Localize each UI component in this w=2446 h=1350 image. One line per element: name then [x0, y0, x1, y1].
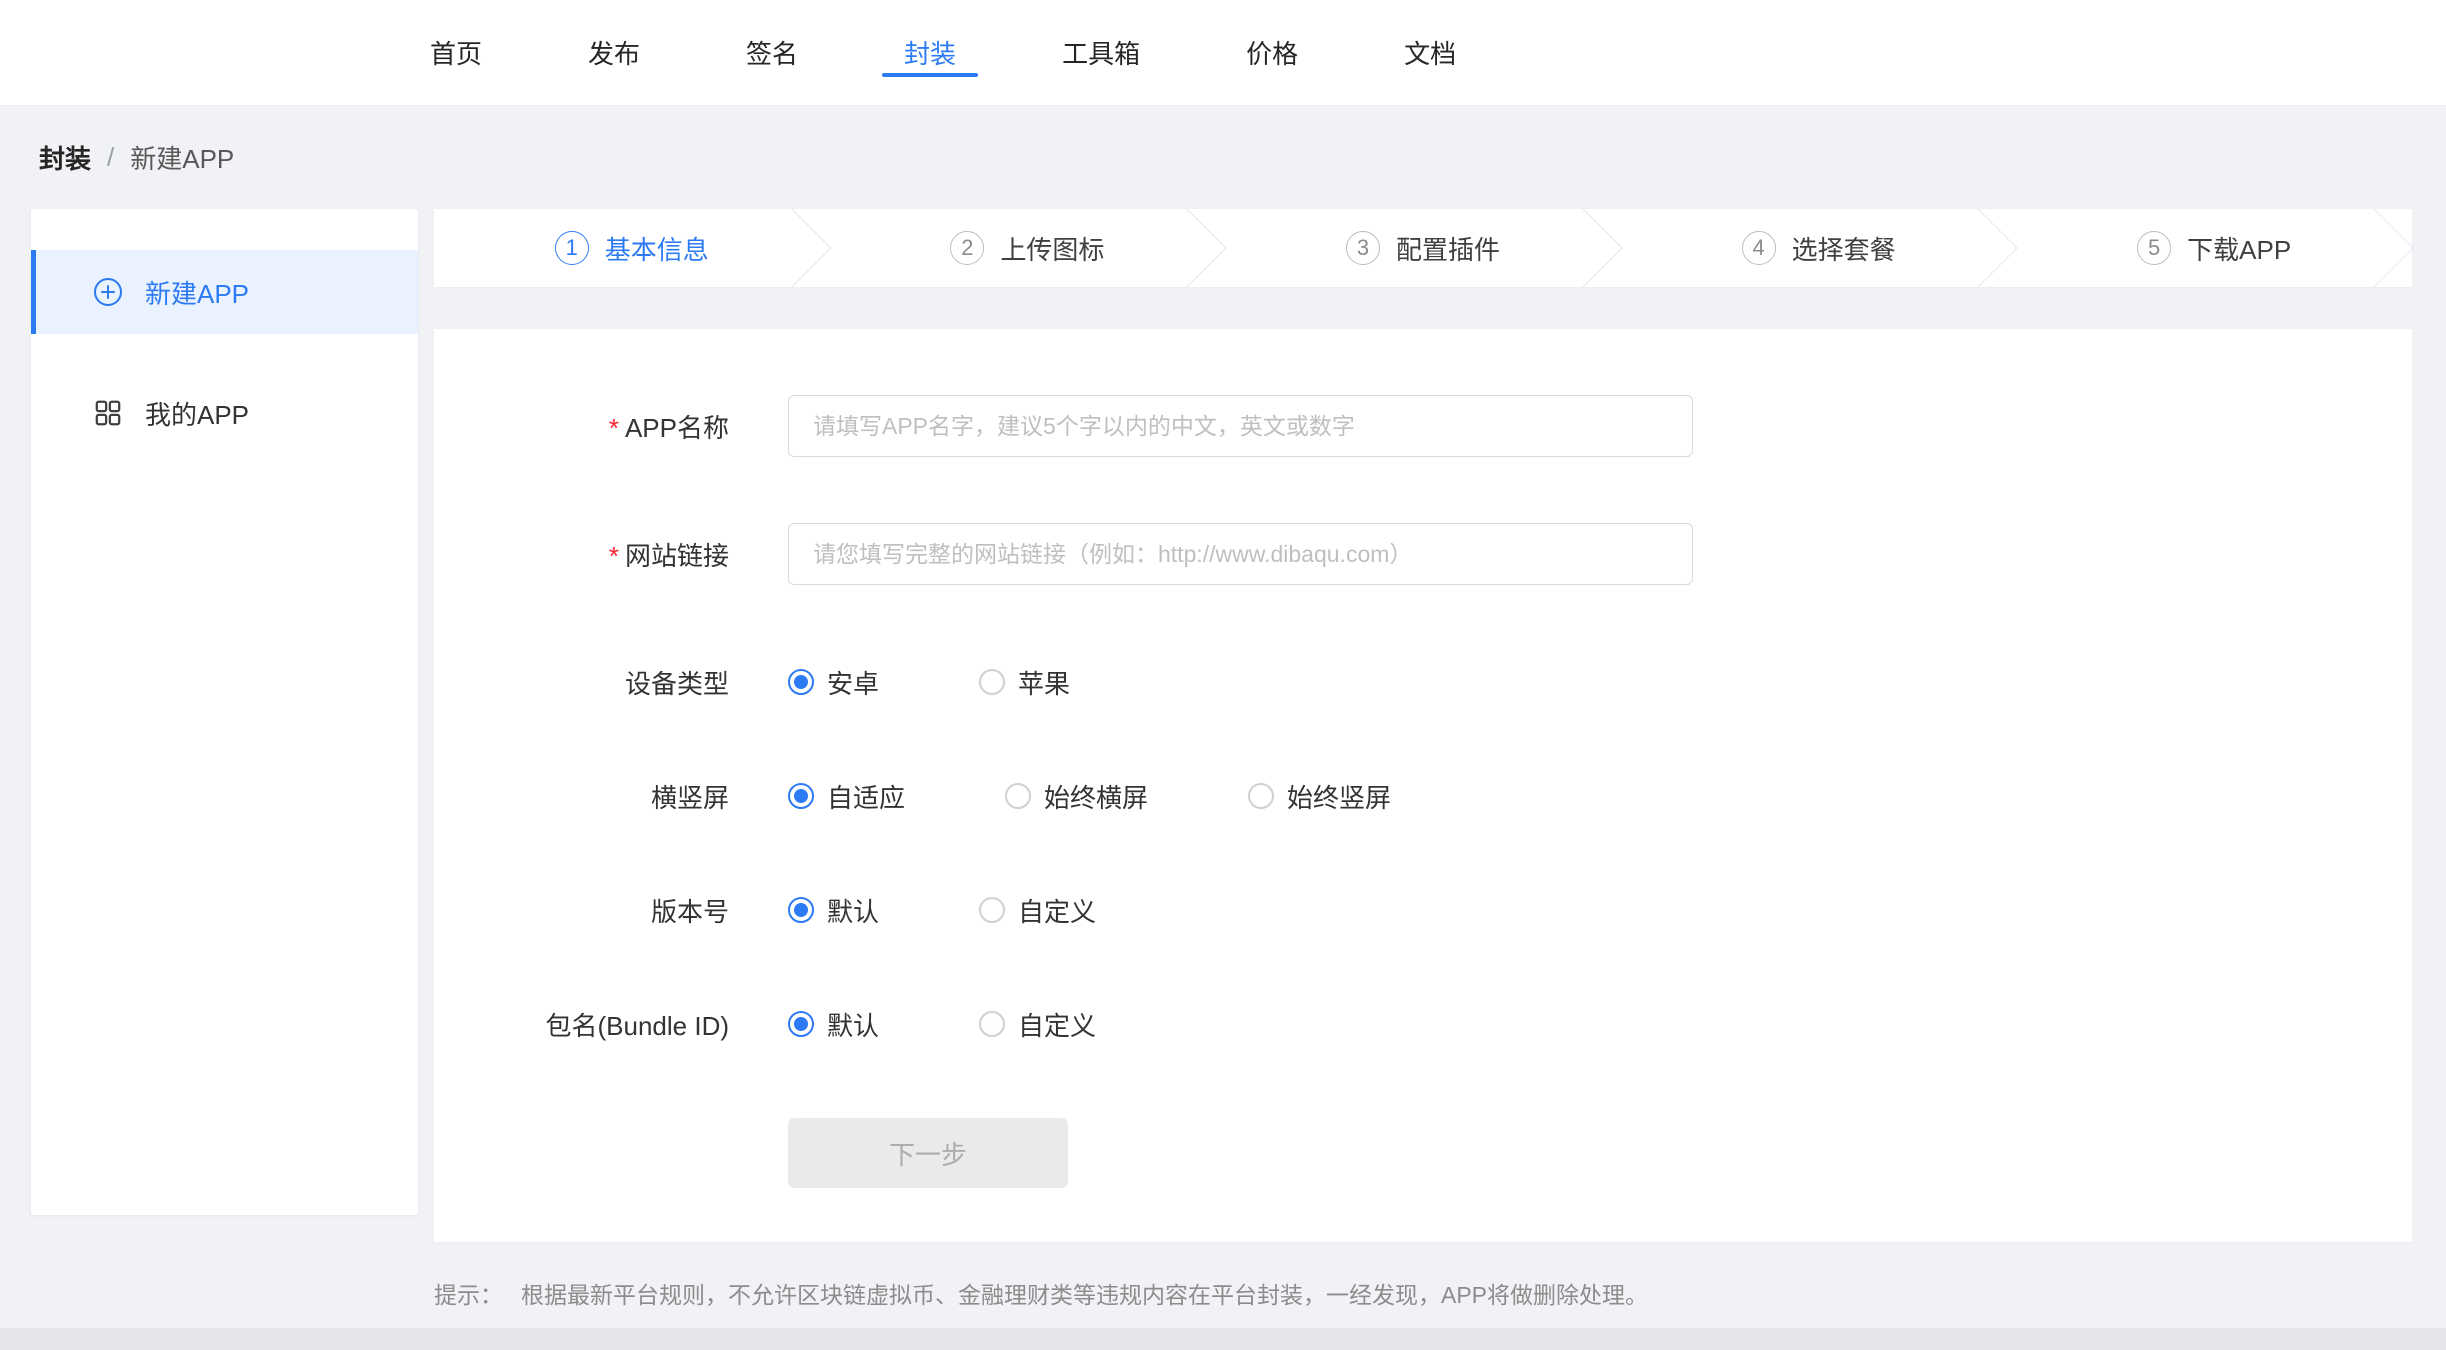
step-label: 下载APP: [2187, 230, 2291, 267]
required-asterisk: *: [609, 541, 619, 571]
step-number-badge: 5: [2137, 231, 2171, 265]
app-name-input[interactable]: [788, 395, 1693, 457]
nav-item-home[interactable]: 首页: [408, 0, 504, 105]
hint-text: 根据最新平台规则，不允许区块链虚拟币、金融理财类等违规内容在平台封装，一经发现，…: [521, 1276, 1648, 1310]
step-number-badge: 4: [1742, 231, 1776, 265]
platform-rule-hint: 提示： 根据最新平台规则，不允许区块链虚拟币、金融理财类等违规内容在平台封装，一…: [434, 1276, 2412, 1310]
nav-item-package[interactable]: 封装: [882, 0, 978, 105]
version-radio-group: 默认 自定义: [788, 892, 1196, 929]
radio-label: 安卓: [827, 664, 879, 701]
step-label: 配置插件: [1396, 230, 1500, 267]
version-label: 版本号: [434, 892, 729, 929]
content-area: 新建APP 我的APP 1 基本信息 2 上传图标: [0, 209, 2446, 1310]
step-label: 选择套餐: [1792, 230, 1896, 267]
form-row-version: 版本号 默认 自定义: [434, 890, 2412, 930]
field-label-text: 包名(Bundle ID): [546, 1011, 730, 1041]
main-area: 1 基本信息 2 上传图标 3 配置插件 4 选择套餐 5 下载APP: [434, 209, 2412, 1310]
breadcrumb-current: 新建APP: [130, 139, 234, 176]
step-number-badge: 2: [950, 231, 984, 265]
nav-item-sign[interactable]: 签名: [724, 0, 820, 105]
hint-prefix: 提示：: [434, 1276, 503, 1310]
device-type-radio-group: 安卓 苹果: [788, 664, 1170, 701]
form-row-orientation: 横竖屏 自适应 始终横屏 始终竖屏: [434, 776, 2412, 816]
footer-strip: [0, 1328, 2446, 1350]
radio-label: 自适应: [827, 778, 905, 815]
field-label-text: 横竖屏: [651, 783, 729, 813]
app-name-label: *APP名称: [434, 408, 729, 445]
sidebar-item-new-app[interactable]: 新建APP: [31, 250, 418, 334]
nav-item-pricing[interactable]: 价格: [1224, 0, 1320, 105]
form-row-device-type: 设备类型 安卓 苹果: [434, 662, 2412, 702]
radio-android[interactable]: 安卓: [788, 664, 879, 701]
breadcrumb-root[interactable]: 封装: [39, 139, 91, 176]
field-label-text: 版本号: [651, 897, 729, 927]
radio-label: 默认: [827, 892, 879, 929]
nav-item-toolbox[interactable]: 工具箱: [1040, 0, 1162, 105]
radio-label: 自定义: [1018, 1006, 1096, 1043]
radio-label: 始终竖屏: [1287, 778, 1391, 815]
radio-version-default[interactable]: 默认: [788, 892, 879, 929]
radio-always-portrait[interactable]: 始终竖屏: [1248, 778, 1391, 815]
radio-auto-adapt[interactable]: 自适应: [788, 778, 905, 815]
plus-circle-icon: [93, 277, 123, 307]
radio-unselected-icon: [979, 897, 1005, 923]
step-download-app[interactable]: 5 下载APP: [2016, 209, 2412, 287]
site-url-label: *网站链接: [434, 536, 729, 573]
radio-version-custom[interactable]: 自定义: [979, 892, 1096, 929]
step-label: 基本信息: [605, 230, 709, 267]
form-row-app-name: *APP名称: [434, 395, 2412, 457]
step-number-badge: 1: [555, 231, 589, 265]
field-label-text: 网站链接: [625, 541, 729, 571]
step-configure-plugin[interactable]: 3 配置插件: [1225, 209, 1621, 287]
nav-item-docs[interactable]: 文档: [1382, 0, 1478, 105]
form-panel: *APP名称 *网站链接 设备类型: [434, 329, 2412, 1242]
next-step-button[interactable]: 下一步: [788, 1118, 1068, 1188]
radio-selected-icon: [788, 897, 814, 923]
nav-item-publish[interactable]: 发布: [566, 0, 662, 105]
sidebar-item-label: 新建APP: [145, 274, 249, 311]
site-url-input[interactable]: [788, 523, 1693, 585]
orientation-radio-group: 自适应 始终横屏 始终竖屏: [788, 778, 1491, 815]
sidebar-item-label: 我的APP: [145, 395, 249, 432]
grid-icon: [93, 398, 123, 428]
main-nav: 首页 发布 签名 封装 工具箱 价格 文档: [408, 0, 1478, 105]
radio-bundle-default[interactable]: 默认: [788, 1006, 879, 1043]
steps-bar: 1 基本信息 2 上传图标 3 配置插件 4 选择套餐 5 下载APP: [434, 209, 2412, 287]
radio-selected-icon: [788, 783, 814, 809]
radio-always-landscape[interactable]: 始终横屏: [1005, 778, 1148, 815]
top-nav-bar: 首页 发布 签名 封装 工具箱 价格 文档: [0, 0, 2446, 106]
breadcrumb-separator: /: [107, 142, 114, 173]
device-type-label: 设备类型: [434, 664, 729, 701]
radio-unselected-icon: [1005, 783, 1031, 809]
breadcrumb: 封装 / 新建APP: [0, 106, 2446, 209]
step-basic-info[interactable]: 1 基本信息: [434, 209, 830, 287]
form-row-site-url: *网站链接: [434, 523, 2412, 585]
radio-unselected-icon: [1248, 783, 1274, 809]
form-row-bundle-id: 包名(Bundle ID) 默认 自定义: [434, 1004, 2412, 1044]
field-label-text: APP名称: [625, 413, 729, 443]
radio-label: 自定义: [1018, 892, 1096, 929]
radio-label: 默认: [827, 1006, 879, 1043]
sidebar-item-my-app[interactable]: 我的APP: [31, 371, 418, 455]
step-label: 上传图标: [1000, 230, 1104, 267]
radio-unselected-icon: [979, 1011, 1005, 1037]
app-packaging-page: 首页 发布 签名 封装 工具箱 价格 文档 封装 / 新建APP 新建APP: [0, 0, 2446, 1350]
step-number-badge: 3: [1346, 231, 1380, 265]
step-upload-icon[interactable]: 2 上传图标: [830, 209, 1226, 287]
radio-selected-icon: [788, 1011, 814, 1037]
field-label-text: 设备类型: [625, 669, 729, 699]
radio-bundle-custom[interactable]: 自定义: [979, 1006, 1096, 1043]
sidebar: 新建APP 我的APP: [31, 209, 418, 1215]
radio-label: 始终横屏: [1044, 778, 1148, 815]
step-select-plan[interactable]: 4 选择套餐: [1621, 209, 2017, 287]
required-asterisk: *: [609, 413, 619, 443]
radio-label: 苹果: [1018, 664, 1070, 701]
radio-selected-icon: [788, 669, 814, 695]
radio-unselected-icon: [979, 669, 1005, 695]
bundle-id-label: 包名(Bundle ID): [434, 1006, 729, 1043]
orientation-label: 横竖屏: [434, 778, 729, 815]
bundle-id-radio-group: 默认 自定义: [788, 1006, 1196, 1043]
radio-apple[interactable]: 苹果: [979, 664, 1070, 701]
